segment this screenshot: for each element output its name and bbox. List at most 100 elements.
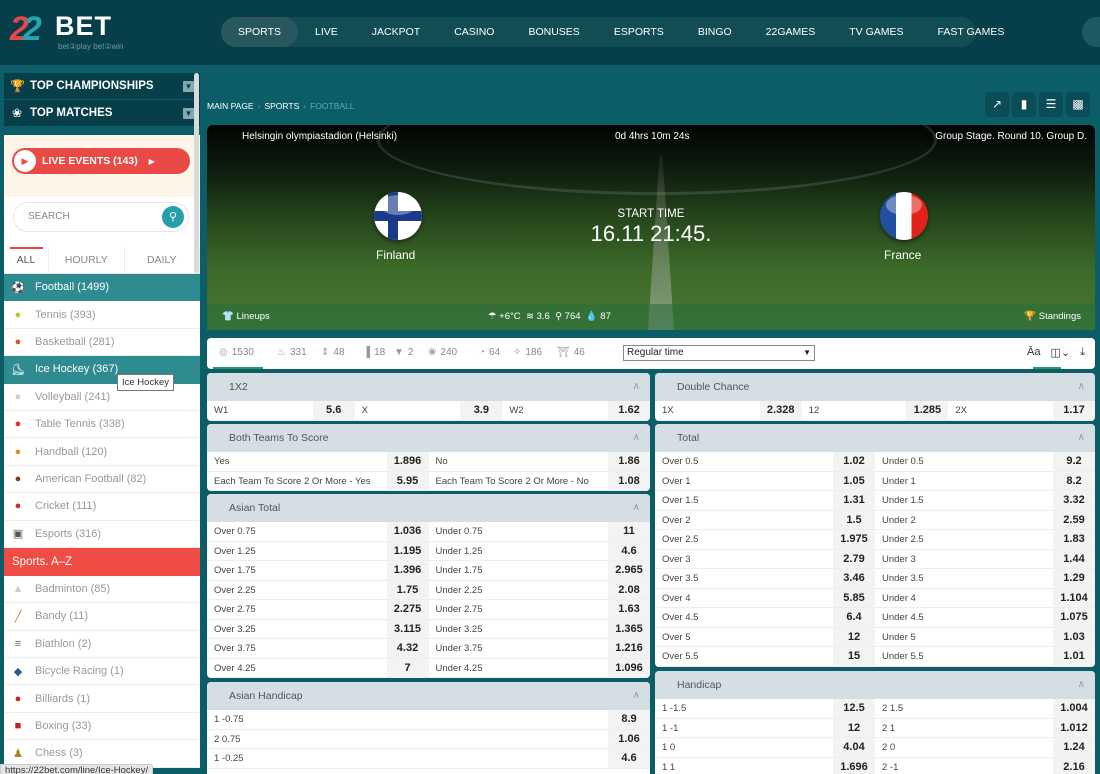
tab-all[interactable]: ALL (4, 247, 49, 273)
market-header[interactable]: Asian Total ∧ (207, 494, 650, 522)
odds-value[interactable]: 1.83 (1053, 530, 1095, 549)
sidebar-item-basketball[interactable]: ● Basketball (281) (4, 328, 200, 357)
odds-cell[interactable]: 2 -1 2.16 (875, 757, 1095, 774)
odds-cell[interactable]: Over 2 1.5 (655, 510, 875, 529)
odds-cell[interactable]: No 1.86 (429, 452, 650, 471)
nav-casino[interactable]: CASINO (437, 17, 511, 47)
odds-value[interactable]: 1.975 (833, 530, 875, 549)
odds-value[interactable]: 1.02 (833, 452, 875, 471)
odds-value[interactable]: 6.4 (833, 608, 875, 627)
odds-cell[interactable]: Over 3.75 4.32 (207, 639, 429, 658)
market-header[interactable]: Both Teams To Score ∧ (207, 424, 650, 452)
odds-value[interactable]: 4.6 (608, 749, 650, 768)
odds-value[interactable]: 1.62 (608, 401, 650, 420)
odds-value[interactable]: 4.6 (608, 541, 650, 560)
nav-esports[interactable]: ESPORTS (597, 17, 681, 47)
odds-cell[interactable]: Under 3 1.44 (875, 549, 1095, 568)
odds-value[interactable]: 12 (833, 718, 875, 737)
odds-cell[interactable]: Over 1.25 1.195 (207, 541, 429, 560)
odds-cell[interactable]: Under 0.75 11 (429, 522, 650, 541)
odds-value[interactable]: 1.24 (1053, 738, 1095, 757)
sidebar-item-boxing[interactable]: ■ Boxing (33) (4, 712, 200, 741)
odds-cell[interactable]: 2 0 1.24 (875, 738, 1095, 757)
odds-cell[interactable]: Over 5 12 (655, 627, 875, 646)
breadcrumb-main-page[interactable]: MAIN PAGE (207, 101, 254, 111)
period-select[interactable]: Regular time ▼ (623, 345, 815, 361)
odds-value[interactable]: 15 (833, 647, 875, 666)
odds-value[interactable]: 2.965 (608, 561, 650, 580)
sidebar-item-bandy[interactable]: ╱ Bandy (11) (4, 603, 200, 631)
odds-cell[interactable]: Under 3.25 1.365 (429, 619, 650, 638)
market-filter-4[interactable]: ▼ 2 (394, 347, 413, 358)
top-matches-toggle[interactable]: ❀ TOP MATCHES ▼ (4, 100, 200, 127)
odds-cell[interactable]: Over 0.5 1.02 (655, 452, 875, 471)
search-input[interactable]: SEARCH ⚲ (13, 202, 189, 232)
line-chart-icon[interactable]: ↗ (985, 92, 1009, 117)
market-filter-2[interactable]: ⇕ 48 (321, 347, 345, 358)
collapse-icon[interactable]: ∧ (633, 494, 640, 522)
market-filter-3[interactable]: ▐ 18 (363, 347, 385, 358)
odds-cell[interactable]: 1 -1.5 12.5 (655, 699, 875, 718)
collapse-icon[interactable]: ∧ (1078, 671, 1085, 699)
odds-value[interactable]: 8.2 (1053, 471, 1095, 490)
odds-cell[interactable]: 1 1 1.696 (655, 757, 875, 774)
market-header[interactable]: Asian Handicap ∧ (207, 682, 650, 710)
sidebar-item-football[interactable]: ⚽ Football (1499) (4, 274, 200, 302)
tab-hourly[interactable]: HOURLY (49, 247, 125, 273)
odds-cell[interactable]: Under 5.5 1.01 (875, 647, 1095, 666)
sidebar-item-esports[interactable]: ▣ Esports (316) (4, 520, 200, 548)
nav-sports[interactable]: SPORTS (221, 17, 298, 47)
odds-cell[interactable]: Under 4.5 1.075 (875, 608, 1095, 627)
odds-cell[interactable]: Over 2.25 1.75 (207, 580, 429, 599)
collapse-icon[interactable]: ∧ (1078, 424, 1085, 452)
nav-tv-games[interactable]: TV GAMES (832, 17, 920, 47)
odds-value[interactable]: 2.08 (608, 580, 650, 599)
odds-value[interactable]: 1.08 (608, 471, 650, 490)
sidebar-item-bicycle-racing[interactable]: ◆ Bicycle Racing (1) (4, 658, 200, 686)
odds-cell[interactable]: W2 1.62 (502, 401, 650, 420)
odds-value[interactable]: 3.115 (386, 619, 429, 638)
odds-value[interactable]: 2.16 (1053, 757, 1095, 774)
odds-value[interactable]: 1.012 (1053, 718, 1095, 737)
lineups-button[interactable]: 👕 Lineups (222, 311, 270, 322)
odds-value[interactable]: 9.2 (1053, 452, 1095, 471)
market-filter-1[interactable]: ♨ 331 (277, 347, 307, 358)
odds-cell[interactable]: Over 4 5.85 (655, 588, 875, 607)
odds-value[interactable]: 12 (833, 627, 875, 646)
market-header[interactable]: Handicap ∧ (655, 671, 1095, 699)
odds-cell[interactable]: Over 0.75 1.036 (207, 522, 429, 541)
odds-cell[interactable]: Over 1.75 1.396 (207, 561, 429, 580)
sidebar-item-tennis[interactable]: ● Tennis (393) (4, 301, 200, 329)
search-icon[interactable]: ⚲ (162, 206, 184, 228)
odds-value[interactable]: 1.285 (906, 401, 949, 420)
odds-value[interactable]: 1.696 (833, 757, 875, 774)
market-filter-0[interactable]: ◎ 1530 (219, 347, 254, 358)
odds-cell[interactable]: Over 1.5 1.31 (655, 491, 875, 510)
odds-value[interactable]: 1.63 (608, 600, 650, 619)
odds-cell[interactable]: Each Team To Score 2 Or More - Yes 5.95 (207, 471, 429, 490)
odds-value[interactable]: 1.195 (386, 541, 429, 560)
nav-bonuses[interactable]: BONUSES (511, 17, 596, 47)
odds-value[interactable]: 2.328 (759, 401, 802, 420)
odds-value[interactable]: 1.31 (833, 491, 875, 510)
logo[interactable]: 22 BET bet②play bet②win (10, 10, 130, 58)
market-header[interactable]: Double Chance ∧ (655, 373, 1095, 401)
odds-value[interactable]: 5.6 (312, 401, 355, 420)
odds-cell[interactable]: Under 4.25 1.096 (429, 658, 650, 677)
market-filter-8[interactable]: ⛩ 46 (557, 347, 585, 358)
nav-fast-games[interactable]: FAST GAMES (921, 17, 1022, 47)
odds-cell[interactable]: Each Team To Score 2 Or More - No 1.08 (429, 471, 650, 490)
odds-cell[interactable]: W1 5.6 (207, 401, 355, 420)
odds-cell[interactable]: Over 2.75 2.275 (207, 600, 429, 619)
team-home[interactable]: Finland (376, 248, 415, 262)
odds-cell[interactable]: Over 3.5 3.46 (655, 569, 875, 588)
odds-cell[interactable]: Over 3.25 3.115 (207, 619, 429, 638)
collapse-all-icon[interactable]: ⤓ (1080, 346, 1085, 359)
odds-cell[interactable]: 2X 1.17 (948, 401, 1095, 420)
odds-value[interactable]: 1.365 (608, 619, 650, 638)
odds-value[interactable]: 1.396 (386, 561, 429, 580)
odds-value[interactable]: 1.05 (833, 471, 875, 490)
odds-value[interactable]: 2.275 (386, 600, 429, 619)
odds-value[interactable]: 1.17 (1053, 401, 1095, 420)
collapse-icon[interactable]: ∧ (633, 373, 640, 401)
